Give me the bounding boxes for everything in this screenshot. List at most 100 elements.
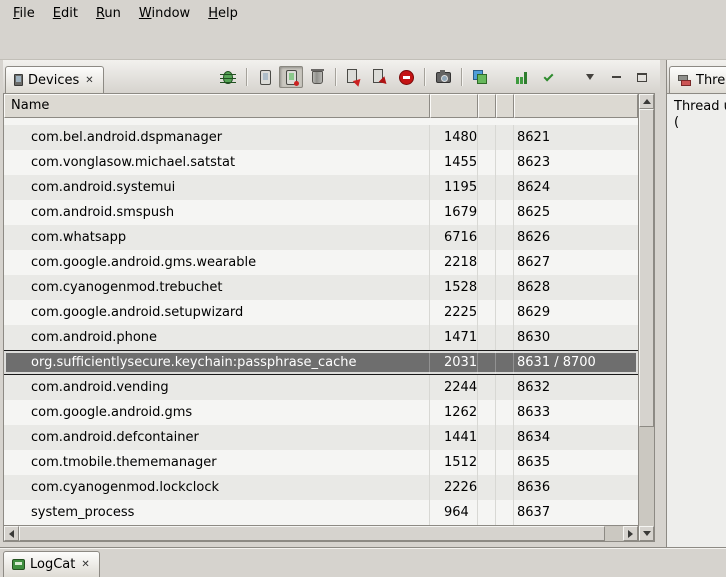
process-port-cell: 8636 <box>514 475 638 500</box>
process-name-cell: com.whatsapp <box>4 225 430 250</box>
devices-tabbar: Devices ✕ <box>3 60 660 93</box>
threads-message-line1: Thread up <box>674 99 719 115</box>
table-row[interactable]: com.cyanogenmod.trebuchet 1528 8628 <box>4 275 638 300</box>
devices-view: Devices ✕ <box>0 60 660 547</box>
main-area: Devices ✕ <box>0 60 726 547</box>
table-row[interactable]: com.android.smspush 1679 8625 <box>4 200 638 225</box>
tab-logcat[interactable]: LogCat ✕ <box>3 551 100 577</box>
process-name-cell: com.cyanogenmod.lockclock <box>4 475 430 500</box>
table-row[interactable]: com.tmobile.thememanager 1512 8635 <box>4 450 638 475</box>
horizontal-scrollbar[interactable] <box>4 525 638 541</box>
process-pid-cell: 1471 <box>430 325 478 350</box>
device-process-table-body: com.bel.android.dspmanager 1480 8621 com… <box>4 118 638 525</box>
empty-cell <box>496 500 514 525</box>
debug-icon <box>223 71 233 84</box>
system-trace-icon <box>515 70 529 84</box>
menu-window[interactable]: Window <box>130 2 199 25</box>
vertical-scroll-thumb[interactable] <box>639 109 654 427</box>
table-row[interactable]: com.vonglasow.michael.satstat 14553 8623 <box>4 150 638 175</box>
horizontal-scroll-thumb[interactable] <box>19 526 605 541</box>
empty-cell <box>496 125 514 150</box>
process-pid-cell: 14411 <box>430 425 478 450</box>
dump-hprof-button[interactable] <box>279 66 303 88</box>
process-port-cell: 8633 <box>514 400 638 425</box>
process-port-cell: 8621 <box>514 125 638 150</box>
menu-edit[interactable]: Edit <box>44 2 87 25</box>
process-name-cell: com.android.systemui <box>4 175 430 200</box>
empty-cell <box>478 125 496 150</box>
process-name-cell: com.bel.android.dspmanager <box>4 125 430 150</box>
menu-run[interactable]: Run <box>87 2 130 25</box>
tab-devices[interactable]: Devices ✕ <box>5 66 104 93</box>
process-port-cell: 8629 <box>514 300 638 325</box>
toolbar-separator <box>461 68 462 86</box>
threads-icon <box>678 74 691 86</box>
process-port-cell: 8637 <box>514 500 638 525</box>
minimize-button[interactable] <box>604 66 628 88</box>
column-header-name[interactable]: Name <box>4 94 430 118</box>
main-window: File Edit Run Window Help Devices ✕ <box>0 0 726 60</box>
screen-capture-icon <box>436 72 451 83</box>
table-row[interactable]: com.google.android.gms 12623 8633 <box>4 400 638 425</box>
table-row[interactable]: com.cyanogenmod.lockclock 22265 8636 <box>4 475 638 500</box>
process-pid-cell: 1528 <box>430 275 478 300</box>
debug-button[interactable] <box>216 66 240 88</box>
devices-toolbar <box>216 66 660 93</box>
process-name-cell: com.cyanogenmod.trebuchet <box>4 275 430 300</box>
menu-file[interactable]: File <box>4 2 44 25</box>
table-row[interactable]: com.android.vending 22440 8632 <box>4 375 638 400</box>
column-header-empty[interactable] <box>496 94 514 118</box>
table-row[interactable]: com.android.phone 1471 8630 <box>4 325 638 350</box>
process-name-cell: com.google.android.gms.wearable <box>4 250 430 275</box>
dump-hprof-icon <box>286 70 297 85</box>
column-header-empty[interactable] <box>514 94 638 118</box>
tab-threads[interactable]: Threa <box>669 66 726 93</box>
process-port-cell: 8623 <box>514 150 638 175</box>
arrow-up-icon <box>643 99 651 104</box>
update-heap-button[interactable] <box>253 66 277 88</box>
method-profiling-button[interactable] <box>368 66 392 88</box>
process-pid-cell: 1679 <box>430 200 478 225</box>
table-row[interactable]: system_process 964 8637 <box>4 500 638 525</box>
devices-tab-label: Devices <box>28 73 79 88</box>
arrow-left-icon <box>9 530 14 538</box>
update-threads-icon <box>346 69 362 85</box>
menu-help[interactable]: Help <box>199 2 247 25</box>
update-heap-icon <box>260 70 271 85</box>
table-row[interactable]: com.whatsapp 6716 8626 <box>4 225 638 250</box>
empty-cell <box>478 475 496 500</box>
table-row[interactable]: com.google.android.setupwizard 22250 862… <box>4 300 638 325</box>
scroll-up-button[interactable] <box>639 94 654 109</box>
screen-capture-button[interactable] <box>431 66 455 88</box>
table-row[interactable]: com.bel.android.dspmanager 1480 8621 <box>4 125 638 150</box>
cause-gc-button[interactable] <box>305 66 329 88</box>
close-icon[interactable]: ✕ <box>84 75 94 86</box>
process-pid-cell: 1195 <box>430 175 478 200</box>
column-header-empty[interactable] <box>478 94 496 118</box>
maximize-icon <box>637 73 647 82</box>
process-name-cell: com.google.android.setupwizard <box>4 300 430 325</box>
system-trace-button[interactable] <box>510 66 534 88</box>
scroll-right-button[interactable] <box>623 526 638 541</box>
table-row[interactable]: com.google.android.gms.wearable 22185 86… <box>4 250 638 275</box>
method-profiling-icon <box>372 69 388 85</box>
start-tracing-button[interactable] <box>536 66 560 88</box>
table-row[interactable]: com.android.systemui 1195 8624 <box>4 175 638 200</box>
threads-message-line2: ( <box>674 115 719 131</box>
stop-process-button[interactable] <box>394 66 418 88</box>
process-port-cell: 8634 <box>514 425 638 450</box>
maximize-button[interactable] <box>630 66 654 88</box>
empty-cell <box>478 500 496 525</box>
capture-video-button[interactable] <box>468 66 492 88</box>
view-menu-button[interactable] <box>578 66 602 88</box>
process-name-cell: com.android.vending <box>4 375 430 400</box>
scroll-down-button[interactable] <box>639 526 654 541</box>
table-row[interactable]: org.sufficientlysecure.keychain:passphra… <box>4 350 638 375</box>
empty-cell <box>496 325 514 350</box>
update-threads-button[interactable] <box>342 66 366 88</box>
close-icon[interactable]: ✕ <box>80 559 90 570</box>
column-header-empty[interactable] <box>430 94 478 118</box>
table-row[interactable]: com.android.defcontainer 14411 8634 <box>4 425 638 450</box>
scroll-left-button[interactable] <box>4 526 19 541</box>
vertical-scrollbar[interactable] <box>638 94 654 541</box>
